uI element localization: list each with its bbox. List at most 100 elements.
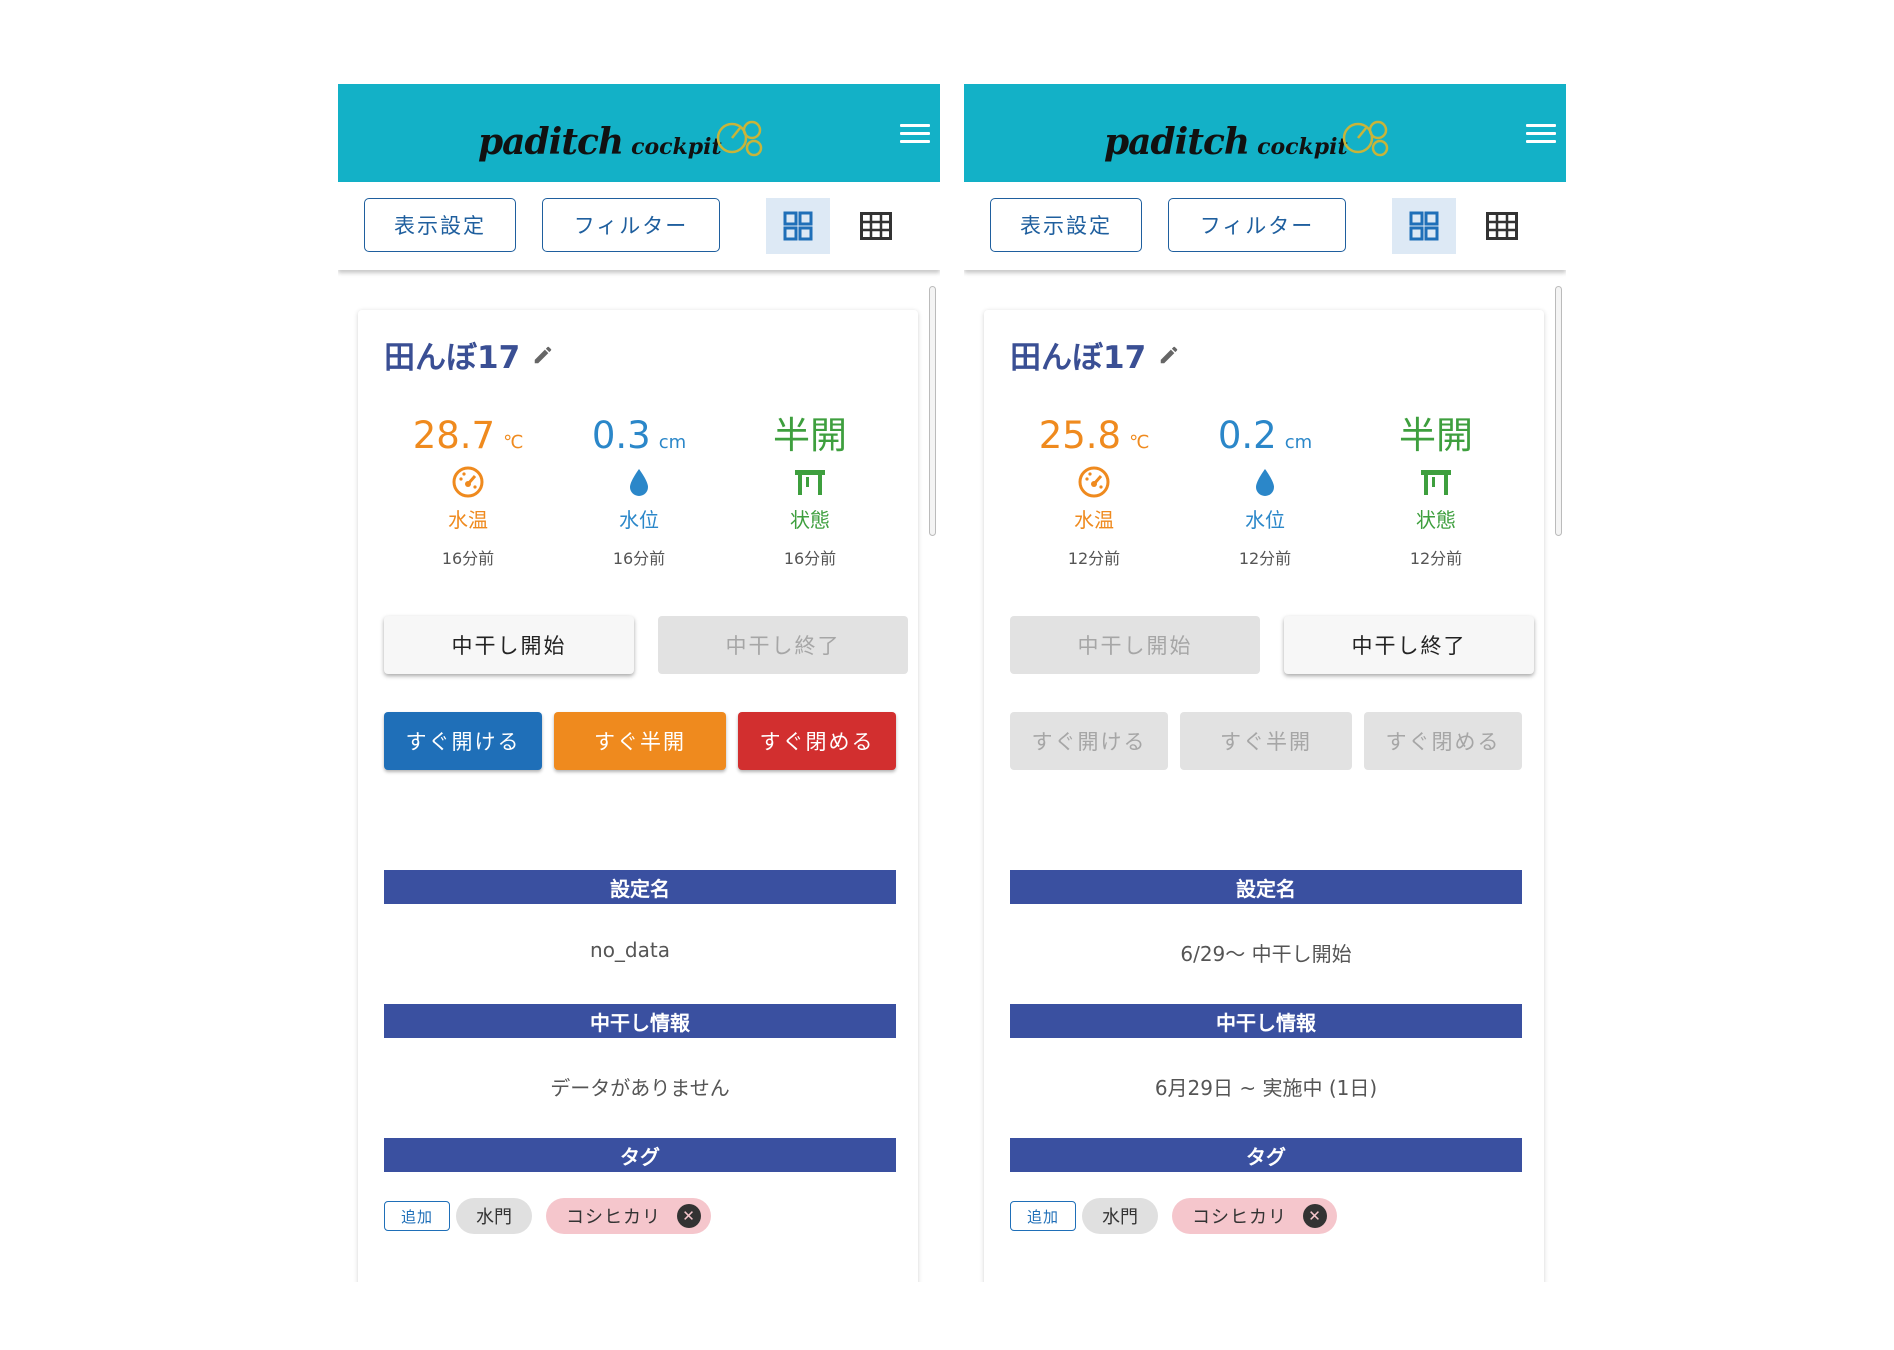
close-now-button[interactable]: すぐ閉める <box>738 712 896 770</box>
setting-name-value: no_data <box>590 938 670 962</box>
tag-header: タグ <box>1010 1138 1522 1172</box>
close-circle-icon[interactable]: ✕ <box>677 1204 701 1228</box>
display-settings-button[interactable]: 表示設定 <box>990 198 1142 252</box>
close-now-button[interactable]: すぐ閉める <box>1364 712 1522 770</box>
gate-icon <box>1421 470 1451 495</box>
add-tag-button[interactable]: 追加 <box>384 1201 450 1231</box>
phone-screen-right: paditch cockpit 表示設定 フィルター 田んぼ17 25.8 ℃ … <box>964 84 1566 1282</box>
midseason-drainage-end-button[interactable]: 中干し終了 <box>1284 616 1534 674</box>
midseason-info-value: データがありません <box>550 1076 730 1100</box>
water-level-unit: cm <box>1284 432 1313 453</box>
tag-chip-gate[interactable]: 水門 <box>456 1198 532 1234</box>
midseason-drainage-end-button[interactable]: 中干し終了 <box>658 616 908 674</box>
toolbar: 表示設定 フィルター <box>338 182 940 270</box>
tag-chip-variety[interactable]: コシヒカリ ✕ <box>546 1198 711 1234</box>
water-temperature-metric: 28.7 ℃ 水温 16分前 <box>388 414 548 569</box>
gauge-icon <box>452 466 484 498</box>
gate-state-metric: 半開 状態 12分前 <box>1356 414 1516 569</box>
logo-subtext: cockpit <box>1257 134 1348 160</box>
close-circle-icon[interactable]: ✕ <box>1303 1204 1327 1228</box>
tag-chip-label: コシヒカリ <box>1192 1207 1287 1228</box>
gate-icon <box>795 470 825 495</box>
tag-chip-variety[interactable]: コシヒカリ ✕ <box>1172 1198 1337 1234</box>
grid-view-button[interactable] <box>766 198 830 254</box>
open-now-button[interactable]: すぐ開ける <box>384 712 542 770</box>
water-drop-icon <box>630 469 648 496</box>
grid-view-button[interactable] <box>1392 198 1456 254</box>
water-temperature-value: 25.8 <box>1038 414 1122 457</box>
filter-button[interactable]: フィルター <box>1168 198 1346 252</box>
water-drop-icon <box>1256 469 1274 496</box>
gate-state-value: 半開 <box>773 414 847 457</box>
field-name: 田んぼ17 <box>1010 340 1147 376</box>
grid-view-icon <box>783 211 813 241</box>
water-temperature-value: 28.7 <box>412 414 496 457</box>
table-view-button[interactable] <box>844 198 908 254</box>
pencil-icon[interactable] <box>1158 344 1180 366</box>
toolbar: 表示設定 フィルター <box>964 182 1566 270</box>
midseason-info-header: 中干し情報 <box>1010 1004 1522 1038</box>
water-level-metric: 0.3 cm 水位 16分前 <box>559 414 719 569</box>
gate-state-label: 状態 <box>790 508 830 532</box>
gate-state-updated: 16分前 <box>783 549 837 568</box>
water-level-unit: cm <box>658 432 687 453</box>
setting-name-header: 設定名 <box>384 870 896 904</box>
display-settings-button[interactable]: 表示設定 <box>364 198 516 252</box>
logo-subtext: cockpit <box>631 134 722 160</box>
water-temperature-metric: 25.8 ℃ 水温 12分前 <box>1014 414 1174 569</box>
pencil-icon[interactable] <box>532 344 554 366</box>
field-card: 田んぼ17 25.8 ℃ 水温 12分前 0.2 cm 水位 12分前 半開 状… <box>984 310 1544 1282</box>
half-open-now-button[interactable]: すぐ半開 <box>554 712 726 770</box>
open-now-button[interactable]: すぐ開ける <box>1010 712 1168 770</box>
app-header: paditch cockpit <box>338 84 940 182</box>
water-level-label: 水位 <box>1245 508 1285 532</box>
table-view-icon <box>860 212 892 240</box>
gate-state-label: 状態 <box>1416 508 1456 532</box>
tag-list: 追加 水門 コシヒカリ ✕ <box>384 1198 711 1234</box>
app-logo: paditch cockpit <box>478 112 762 163</box>
gate-state-value: 半開 <box>1399 414 1473 457</box>
tag-list: 追加 水門 コシヒカリ ✕ <box>1010 1198 1337 1234</box>
water-level-updated: 16分前 <box>612 549 666 568</box>
temperature-unit: ℃ <box>1129 432 1150 453</box>
midseason-info-value: 6月29日 ~ 実施中 (1日) <box>1154 1076 1378 1100</box>
midseason-drainage-start-button[interactable]: 中干し開始 <box>384 616 634 674</box>
gauge-icon <box>1078 466 1110 498</box>
table-view-button[interactable] <box>1470 198 1534 254</box>
gate-state-updated: 12分前 <box>1409 549 1463 568</box>
water-temperature-updated: 12分前 <box>1067 549 1121 568</box>
water-level-updated: 12分前 <box>1238 549 1292 568</box>
field-title: 田んぼ17 <box>1010 332 1180 377</box>
water-temperature-label: 水温 <box>448 508 488 532</box>
logo-text: paditch <box>1104 121 1250 163</box>
app-logo: paditch cockpit <box>1104 112 1388 163</box>
tag-header: タグ <box>384 1138 896 1172</box>
water-level-label: 水位 <box>619 508 659 532</box>
logo-mark-icon <box>716 120 762 157</box>
scrollbar[interactable] <box>929 286 936 536</box>
setting-name-value: 6/29～ 中干し開始 <box>1180 942 1352 966</box>
logo-mark-icon <box>1342 120 1388 157</box>
hamburger-menu-icon[interactable] <box>1526 124 1556 144</box>
field-card: 田んぼ17 28.7 ℃ 水温 16分前 0.3 cm 水位 16分前 半開 状… <box>358 310 918 1282</box>
table-view-icon <box>1486 212 1518 240</box>
add-tag-button[interactable]: 追加 <box>1010 1201 1076 1231</box>
filter-button[interactable]: フィルター <box>542 198 720 252</box>
water-level-value: 0.3 <box>591 414 651 457</box>
half-open-now-button[interactable]: すぐ半開 <box>1180 712 1352 770</box>
phone-screen-left: paditch cockpit 表示設定 フィルター 田んぼ17 28.7 ℃ … <box>338 84 940 1282</box>
tag-chip-gate[interactable]: 水門 <box>1082 1198 1158 1234</box>
temperature-unit: ℃ <box>503 432 524 453</box>
hamburger-menu-icon[interactable] <box>900 124 930 144</box>
scrollbar[interactable] <box>1555 286 1562 536</box>
setting-name-header: 設定名 <box>1010 870 1522 904</box>
field-title: 田んぼ17 <box>384 332 554 377</box>
water-temperature-updated: 16分前 <box>441 549 495 568</box>
midseason-info-header: 中干し情報 <box>384 1004 896 1038</box>
tag-chip-label: コシヒカリ <box>566 1207 661 1228</box>
gate-state-metric: 半開 状態 16分前 <box>730 414 890 569</box>
midseason-drainage-start-button[interactable]: 中干し開始 <box>1010 616 1260 674</box>
water-level-metric: 0.2 cm 水位 12分前 <box>1185 414 1345 569</box>
field-name: 田んぼ17 <box>384 340 521 376</box>
logo-text: paditch <box>478 121 624 163</box>
